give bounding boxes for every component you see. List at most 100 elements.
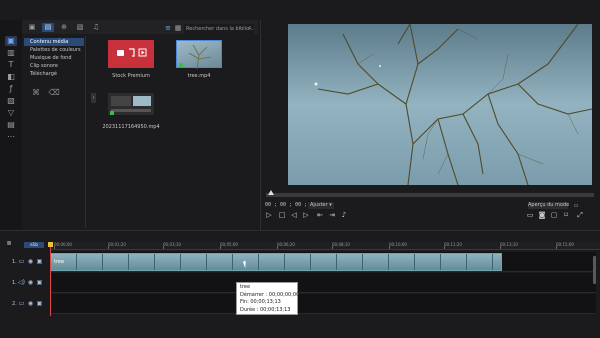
ruler-tick-label: 00;15;00 [556,242,574,249]
collapse-panel-icon[interactable]: ‹ [91,93,96,103]
previous-frame-icon[interactable]: ◁ [290,211,298,219]
audio-track-icon: ◁) [18,279,25,286]
pip-room-icon[interactable]: ▨ [5,96,17,106]
fit-dropdown[interactable]: Ajuster ▾ [308,202,334,209]
panel-divider [85,36,86,228]
ruler-tick-label: 00;13;10 [500,242,518,249]
play-icon[interactable]: ▷ [265,211,273,219]
panel-divider [260,20,261,230]
track-video-2[interactable] [50,294,596,314]
media-room-tab[interactable]: ▣ [26,23,38,32]
category-item[interactable]: Contenu média [24,38,84,46]
category-item[interactable]: Musique de fond [24,54,84,62]
visibility-icon[interactable]: ◉ [27,279,34,286]
snapshot-icon[interactable]: ◙ [538,211,546,219]
clip-label: tree [54,259,65,265]
clip-tooltip: tree Démarrer : 00;00;00;00 Fin: 00;00;1… [236,282,300,315]
3d-icon[interactable]: ▢ [550,211,558,219]
clip-frame [441,254,467,270]
tooltip-duration: Durée : 00;00;13;13 [240,306,291,313]
track-number: 1. [12,280,17,286]
room-toolbar: ▣ ▥ T ◧ ƒ ▨ ▽ ▤ ⋯ [0,20,22,232]
import-tab[interactable]: ⊕ [58,23,70,32]
playhead-handle[interactable] [48,242,53,247]
list-view-icon[interactable]: ≡ [164,24,172,32]
category-item[interactable]: Palettes de couleurs [24,46,84,54]
timeline-playhead[interactable] [50,242,51,316]
volume-icon[interactable]: ♪ [340,211,348,219]
clip-frame [259,254,285,270]
fx-room-icon[interactable]: ▥ [5,48,17,58]
timeline-vertical-scrollbar[interactable] [593,256,596,284]
add-tag-icon[interactable]: ⌘ [32,88,40,97]
timeline-zoom-button[interactable]: e1b [24,242,44,248]
effects-room-icon[interactable]: ƒ [5,84,17,94]
undock-icon[interactable]: ▭ [526,211,534,219]
search-input[interactable]: Rechercher dans la biblio... [184,24,254,34]
mark-out-icon[interactable]: ⇥ [328,211,336,219]
track-audio-1[interactable] [50,273,596,293]
tree-video-thumbnail [176,40,222,70]
mark-in-icon[interactable]: ⇤ [316,211,324,219]
track-number: 1. [12,259,17,265]
more-icon[interactable]: ⋯ [5,132,17,142]
preview-scrubber-track[interactable] [266,193,594,197]
image-tab[interactable]: ▧ [74,23,86,32]
preview-quality-icon[interactable]: ▭ [572,202,580,210]
lock-icon[interactable]: ▣ [36,258,43,265]
clip-frame [493,254,501,270]
clip-frame [415,254,441,270]
clip-frame [389,254,415,270]
media-caption: tree.mp4 [187,73,211,79]
visibility-icon[interactable]: ◉ [27,258,34,265]
ruler-tick-label: 00;03;10 [163,242,181,249]
transition-room-icon[interactable]: ◧ [5,72,17,82]
clip-frame [155,254,181,270]
clip-frame [129,254,155,270]
video-preview [288,24,592,185]
clip-frame [181,254,207,270]
particle-room-icon[interactable]: ▽ [5,108,17,118]
category-item[interactable]: Clip sonore [24,62,84,70]
clip-frame [103,254,129,270]
ruler-tick-label: 00;00;00 [54,242,72,249]
clip-frame [207,254,233,270]
lock-icon[interactable]: ▣ [36,300,43,307]
tooltip-end: Fin: 00;00;13;13 [240,299,281,305]
recorded-video-thumbnail [108,93,154,115]
ruler-tick-label: 00;01;20 [108,242,126,249]
music-tab[interactable]: ♫ [90,23,102,32]
track-header-audio-1: 1. ◁) ◉ ▣ [0,273,50,293]
timeline-ruler[interactable]: 00;00;00 00;01;20 00;03;10 00;05;00 00;0… [50,242,600,250]
preview-mode-button[interactable]: Aperçu du mode [528,202,569,209]
category-list: Contenu média Palettes de couleurs Musiq… [24,38,84,86]
track-manager-icon[interactable]: ≣ [5,240,13,248]
stock-premium-thumbnail [108,40,154,68]
library-tab[interactable]: ▤ [42,23,54,32]
fit-label: Ajuster [310,202,328,208]
fullscreen-icon[interactable]: ⤢ [576,211,584,219]
category-item[interactable]: Téléchargé [24,70,84,78]
media-caption: 20231117164950.mp4 [102,124,160,130]
tooltip-start: Démarrer : 00;00;00;00 [240,291,300,298]
remove-tag-icon[interactable]: ⌫ [49,88,60,97]
search-icon[interactable]: ⌕ [246,24,254,32]
grid-view-icon[interactable]: ▦ [174,24,182,32]
video-track-icon: ▭ [18,300,25,307]
timeline-toolbar [0,230,600,240]
subtitle-room-icon[interactable]: ▤ [5,120,17,130]
clip-frame [311,254,337,270]
lock-icon[interactable]: ▣ [36,279,43,286]
visibility-icon[interactable]: ◉ [27,300,34,307]
track-number: 2. [12,301,17,307]
next-frame-icon[interactable]: ▷ [302,211,310,219]
stop-icon[interactable]: □ [278,211,286,219]
video-editor-window: ▣ ▥ T ◧ ƒ ▨ ▽ ▤ ⋯ ▣ ▤ ⊕ ▧ ♫ ≡ ▦ Recherch… [0,0,600,338]
aspect-icon[interactable]: ⌑ [562,211,570,219]
track-header-video-2: 2. ▭ ◉ ▣ [0,294,50,314]
media-room-icon[interactable]: ▣ [5,36,17,46]
clip-frame [285,254,311,270]
timeline-clip-tree[interactable]: tree [50,253,502,271]
title-room-icon[interactable]: T [5,60,17,70]
preview-scrubber-handle[interactable] [268,190,274,195]
